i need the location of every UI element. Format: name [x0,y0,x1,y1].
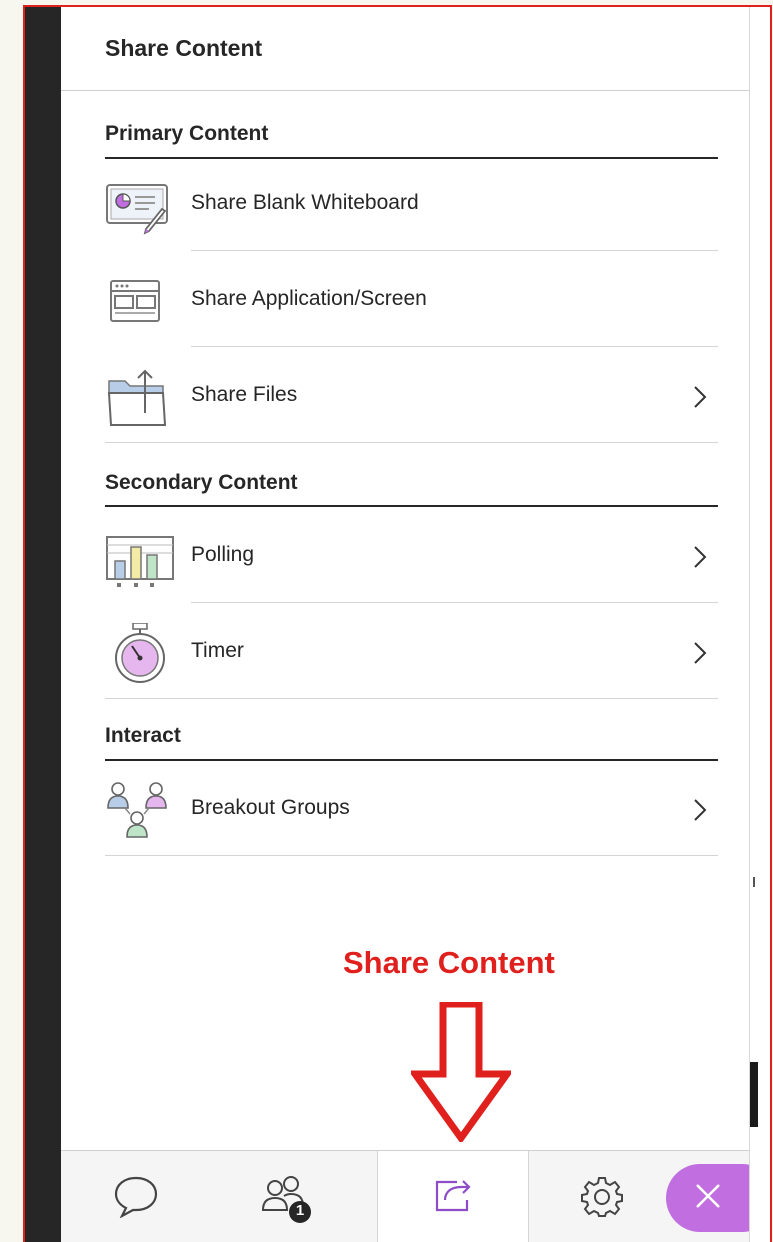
attendees-badge: 1 [295,1201,305,1219]
breakout-groups-label: Breakout Groups [191,796,350,819]
tab-attendees[interactable]: 1 [211,1151,361,1242]
whiteboard-icon [105,175,175,235]
item-divider [191,602,718,603]
folder-upload-icon [105,367,175,427]
share-application-screen-item[interactable]: Share Application/Screen [105,255,718,347]
close-icon [694,1182,722,1215]
annotation-label: Share Content [343,945,555,980]
tab-settings[interactable] [527,1151,677,1242]
polling-label: Polling [191,543,255,566]
section-divider-secondary [105,505,718,507]
settings-gear-icon [580,1174,624,1223]
breakout-groups-item[interactable]: Breakout Groups [105,764,718,856]
item-divider [105,442,718,443]
title-divider [61,90,749,91]
bottom-tab-bar: 1 [61,1150,770,1242]
application-window-icon [105,271,175,331]
section-title-secondary: Secondary Content [105,471,298,494]
polling-item[interactable]: Polling [105,511,718,603]
background-window-edge [749,7,770,1242]
tab-share-content[interactable] [377,1151,529,1242]
chat-icon [112,1174,160,1223]
share-content-icon [431,1176,475,1221]
tab-chat[interactable] [61,1151,211,1242]
left-dark-strip [25,7,61,1242]
edge-block [750,1062,758,1127]
stopwatch-icon [105,622,175,683]
chevron-right-icon [692,641,708,665]
timer-label: Timer [191,639,244,662]
app-frame: Share Content Primary Content Share Blan… [23,5,772,1242]
share-application-screen-label: Share Application/Screen [191,287,427,310]
chevron-right-icon [692,385,708,409]
section-title-primary: Primary Content [105,122,269,145]
timer-item[interactable]: Timer [105,607,718,699]
item-divider [105,855,718,856]
item-divider [191,250,718,251]
share-content-panel: Share Content Primary Content Share Blan… [61,7,749,1242]
attendees-icon: 1 [258,1174,314,1224]
chevron-right-icon [692,798,708,822]
chevron-right-icon [692,545,708,569]
share-blank-whiteboard-label: Share Blank Whiteboard [191,191,419,214]
breakout-groups-icon [105,780,175,840]
section-divider-interact [105,759,718,761]
down-arrow-icon [408,1000,514,1144]
edge-mark [753,877,761,887]
share-files-label: Share Files [191,383,298,406]
share-files-item[interactable]: Share Files [105,351,718,443]
share-blank-whiteboard-item[interactable]: Share Blank Whiteboard [105,159,718,251]
polling-chart-icon [105,527,175,587]
panel-title: Share Content [105,35,263,61]
section-title-interact: Interact [105,724,181,747]
item-divider [191,346,718,347]
item-divider [105,698,718,699]
